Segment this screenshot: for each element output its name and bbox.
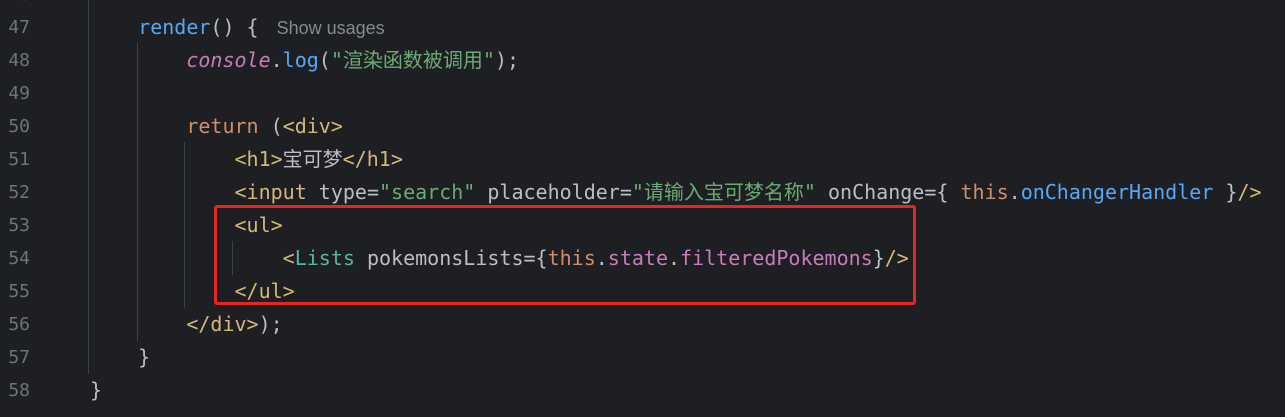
plain-token: () { [210,14,259,39]
line-code[interactable]: return (<div> [90,110,1285,143]
show-usages-hint[interactable]: Show usages [277,18,385,38]
field-token: filteredPokemons [680,245,873,270]
line-number[interactable]: 47 [0,11,30,44]
line-code[interactable]: <h1>宝可梦</h1> [90,143,1285,176]
line-code[interactable]: <input type="search" placeholder="请输入宝可梦… [90,176,1285,209]
plain-token: . [595,245,608,270]
field-token: state [607,245,669,270]
line-number[interactable]: 54 [0,242,30,275]
code-editor[interactable]: 4647 render() {Show usages48 console.log… [0,0,1285,417]
line-code[interactable]: </div>); [90,308,1285,341]
code-line[interactable]: 51 <h1>宝可梦</h1> [0,143,1285,176]
plain-token: 宝可梦 [282,146,343,171]
plain-token: } [1213,179,1238,204]
plain-token: } [90,377,103,402]
plain-token: } [872,245,885,270]
function-token: onChangerHandler [1020,179,1214,204]
code-lines[interactable]: 4647 render() {Show usages48 console.log… [0,0,1285,407]
plain-token: type= [306,179,379,204]
tag-token: </ul> [234,278,295,303]
code-line[interactable]: 48 console.log("渲染函数被调用"); [0,44,1285,77]
line-code[interactable]: render() { Show usages [90,11,1285,45]
function-token: render [138,14,211,39]
line-code[interactable]: } [90,374,1285,407]
tag-token: </h1> [342,146,403,171]
line-number[interactable]: 52 [0,176,30,209]
plain-token: . [270,47,283,72]
plain-token: pokemonsLists={ [354,245,548,270]
tag-token: <div> [282,113,343,138]
plain-token: ); [258,311,283,336]
tag-token: /> [1237,179,1262,204]
line-code[interactable]: } [90,341,1285,374]
keyword-token: this [547,245,596,270]
tag-token: <input [234,179,307,204]
plain-token: } [138,344,151,369]
line-number[interactable]: 50 [0,110,30,143]
plain-token: . [668,245,681,270]
line-code[interactable]: <Lists pokemonsLists={this.state.filtere… [90,242,1285,275]
tag-token: </div> [186,311,259,336]
plain-token: onChange={ [815,179,961,204]
line-code[interactable]: console.log("渲染函数被调用"); [90,44,1285,77]
code-line[interactable]: 49 [0,77,1285,110]
code-line[interactable]: 46 [0,0,1285,11]
line-number[interactable]: 58 [0,374,30,407]
string-token: "请输入宝可梦名称" [631,179,816,204]
plain-token: placeholder= [475,179,632,204]
function-token: log [282,47,319,72]
string-token: "search" [379,179,476,204]
line-number[interactable]: 57 [0,341,30,374]
line-number[interactable]: 49 [0,77,30,110]
code-line[interactable]: 57 } [0,341,1285,374]
tag-token: < [282,245,295,270]
string-token: "渲染函数被调用" [330,47,495,72]
line-number[interactable]: 56 [0,308,30,341]
code-line[interactable]: 50 return (<div> [0,110,1285,143]
line-number[interactable]: 55 [0,275,30,308]
line-number[interactable]: 46 [0,0,30,11]
keyword-token: return [186,113,259,138]
code-line[interactable]: 58} [0,374,1285,407]
code-line[interactable]: 55 </ul> [0,275,1285,308]
component-token: Lists [294,245,355,270]
plain-token: . [1008,179,1021,204]
line-number[interactable]: 53 [0,209,30,242]
code-line[interactable]: 47 render() { Show usages [0,11,1285,44]
tag-token: <ul> [234,212,283,237]
object-token: console [186,47,271,72]
plain-token: ( [258,113,283,138]
code-line[interactable]: 52 <input type="search" placeholder="请输入… [0,176,1285,209]
plain-token: ( [318,47,331,72]
tag-token: /> [884,245,909,270]
line-number[interactable]: 48 [0,44,30,77]
code-line[interactable]: 53 <ul> [0,209,1285,242]
code-line[interactable]: 54 <Lists pokemonsLists={this.state.filt… [0,242,1285,275]
line-number[interactable]: 51 [0,143,30,176]
line-code[interactable]: </ul> [90,275,1285,308]
code-line[interactable]: 56 </div>); [0,308,1285,341]
tag-token: <h1> [234,146,283,171]
plain-token: ); [494,47,520,72]
line-code[interactable]: <ul> [90,209,1285,242]
keyword-token: this [960,179,1009,204]
